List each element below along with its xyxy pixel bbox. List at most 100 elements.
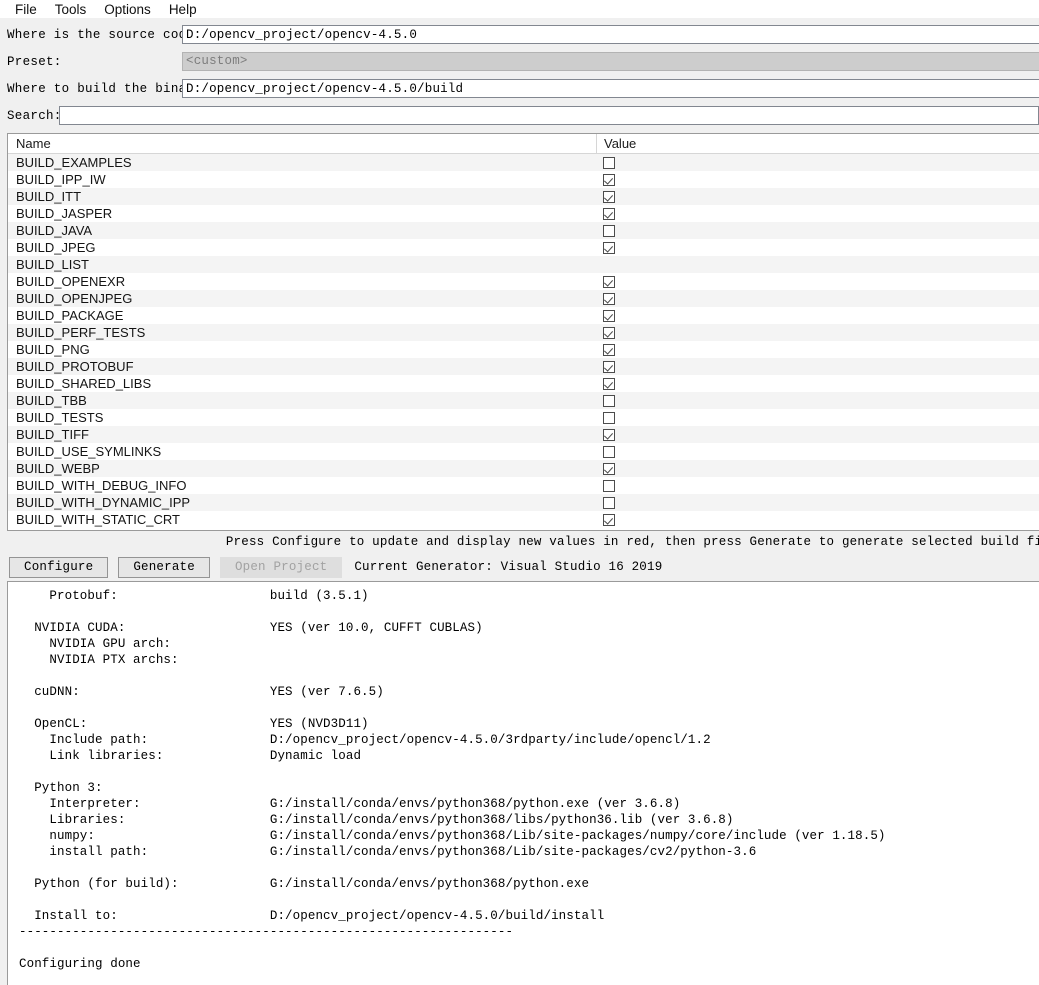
generate-button[interactable]: Generate [118,556,210,578]
cache-variable-value[interactable] [596,443,1039,460]
table-row[interactable]: BUILD_TIFF [8,426,1039,443]
cache-variable-value[interactable] [596,222,1039,239]
menu-item-help[interactable]: Help [160,2,206,18]
table-row[interactable]: BUILD_WEBP [8,460,1039,477]
table-body: BUILD_EXAMPLES BUILD_IPP_IW BUILD_ITT BUILD… [8,154,1039,528]
cache-variable-name: BUILD_PNG [16,342,90,357]
search-row: Search: [0,105,1039,126]
cache-variable-name: BUILD_OPENEXR [16,274,126,289]
cache-variable-name: BUILD_PERF_TESTS [16,325,146,340]
cache-variable-name: BUILD_JASPER [16,206,113,221]
table-header: Name Value [8,134,1039,154]
table-row[interactable]: BUILD_OPENEXR [8,273,1039,290]
value-checkbox[interactable] [603,190,615,203]
value-checkbox[interactable] [603,309,615,322]
table-row[interactable]: BUILD_EXAMPLES [8,154,1039,171]
table-row[interactable]: BUILD_TESTS [8,409,1039,426]
table-row[interactable]: BUILD_JAVA [8,222,1039,239]
cache-variable-value[interactable] [596,290,1039,307]
value-checkbox[interactable] [603,377,615,390]
cache-variable-value[interactable] [596,392,1039,409]
table-row[interactable]: BUILD_SHARED_LIBS [8,375,1039,392]
menu-item-options[interactable]: Options [95,2,160,18]
value-checkbox[interactable] [603,224,615,237]
table-row[interactable]: BUILD_IPP_IW [8,171,1039,188]
cache-variable-name: BUILD_WITH_STATIC_CRT [16,512,180,527]
cache-variable-name: BUILD_OPENJPEG [16,291,133,306]
table-row[interactable]: BUILD_USE_SYMLINKS [8,443,1039,460]
column-header-value[interactable]: Value [596,134,1039,153]
value-checkbox[interactable] [603,462,615,475]
cache-variable-value[interactable] [596,460,1039,477]
table-row[interactable]: BUILD_WITH_DEBUG_INFO [8,477,1039,494]
value-checkbox[interactable] [603,241,615,254]
cache-variable-name: BUILD_SHARED_LIBS [16,376,152,391]
cache-variable-value[interactable] [596,188,1039,205]
configure-button[interactable]: Configure [9,556,109,578]
value-checkbox[interactable] [603,292,615,305]
table-row[interactable]: BUILD_PNG [8,341,1039,358]
preset-combobox[interactable]: <custom> [182,52,1039,71]
cache-variable-value[interactable] [596,477,1039,494]
build-binaries-input[interactable] [182,79,1039,98]
value-checkbox[interactable] [603,445,615,458]
table-row[interactable]: BUILD_PERF_TESTS [8,324,1039,341]
cache-variable-name: BUILD_TESTS [16,410,104,425]
cache-variable-value[interactable] [596,324,1039,341]
value-checkbox[interactable] [603,513,615,526]
cache-variable-name: BUILD_WITH_DEBUG_INFO [16,478,187,493]
value-checkbox[interactable] [603,479,615,492]
cache-variable-value[interactable] [596,341,1039,358]
column-header-name[interactable]: Name [8,134,596,153]
table-row[interactable]: BUILD_PROTOBUF [8,358,1039,375]
table-row[interactable]: BUILD_WITH_STATIC_CRT [8,511,1039,528]
configure-hint-text: Press Configure to update and display ne… [225,535,1039,549]
value-checkbox[interactable] [603,207,615,220]
value-checkbox[interactable] [603,411,615,424]
current-generator-text: Current Generator: Visual Studio 16 2019 [354,560,663,574]
cache-variable-value[interactable] [596,358,1039,375]
cache-variable-value[interactable] [596,239,1039,256]
cache-variable-name: BUILD_PACKAGE [16,308,124,323]
cache-variable-name: BUILD_EXAMPLES [16,155,132,170]
cache-variable-value[interactable] [596,426,1039,443]
value-checkbox[interactable] [603,428,615,441]
table-row[interactable]: BUILD_JPEG [8,239,1039,256]
cache-variable-value[interactable] [596,256,1039,273]
cache-variable-value[interactable] [596,154,1039,171]
table-row[interactable]: BUILD_TBB [8,392,1039,409]
search-input[interactable] [59,106,1039,125]
value-checkbox[interactable] [603,173,615,186]
table-row[interactable]: BUILD_LIST [8,256,1039,273]
value-checkbox[interactable] [603,496,615,509]
value-checkbox[interactable] [603,343,615,356]
cache-variable-value[interactable] [596,205,1039,222]
cache-variable-value[interactable] [596,171,1039,188]
cache-variable-value[interactable] [596,307,1039,324]
menu-item-tools[interactable]: Tools [46,2,96,18]
cache-variable-value[interactable] [596,511,1039,528]
value-checkbox[interactable] [603,326,615,339]
cache-variable-value[interactable] [596,375,1039,392]
table-row[interactable]: BUILD_PACKAGE [8,307,1039,324]
cache-variable-value[interactable] [596,409,1039,426]
table-row[interactable]: BUILD_WITH_DYNAMIC_IPP [8,494,1039,511]
value-checkbox[interactable] [603,275,615,288]
cache-variable-name: BUILD_ITT [16,189,82,204]
binaries-row: Where to build the binaries: [0,78,1039,99]
output-log-panel[interactable]: Protobuf: build (3.5.1) NVIDIA CUDA: YES… [7,581,1039,985]
table-row[interactable]: BUILD_OPENJPEG [8,290,1039,307]
source-code-label: Where is the source code: [7,27,203,42]
source-code-input[interactable] [182,25,1039,44]
table-row[interactable]: BUILD_ITT [8,188,1039,205]
cache-variable-name: BUILD_LIST [16,257,89,272]
value-checkbox[interactable] [603,156,615,169]
preset-label: Preset: [7,54,62,69]
value-checkbox[interactable] [603,394,615,407]
cache-variable-name: BUILD_JPEG [16,240,96,255]
cache-variable-value[interactable] [596,273,1039,290]
menu-item-file[interactable]: File [6,2,46,18]
table-row[interactable]: BUILD_JASPER [8,205,1039,222]
value-checkbox[interactable] [603,360,615,373]
cache-variable-value[interactable] [596,494,1039,511]
